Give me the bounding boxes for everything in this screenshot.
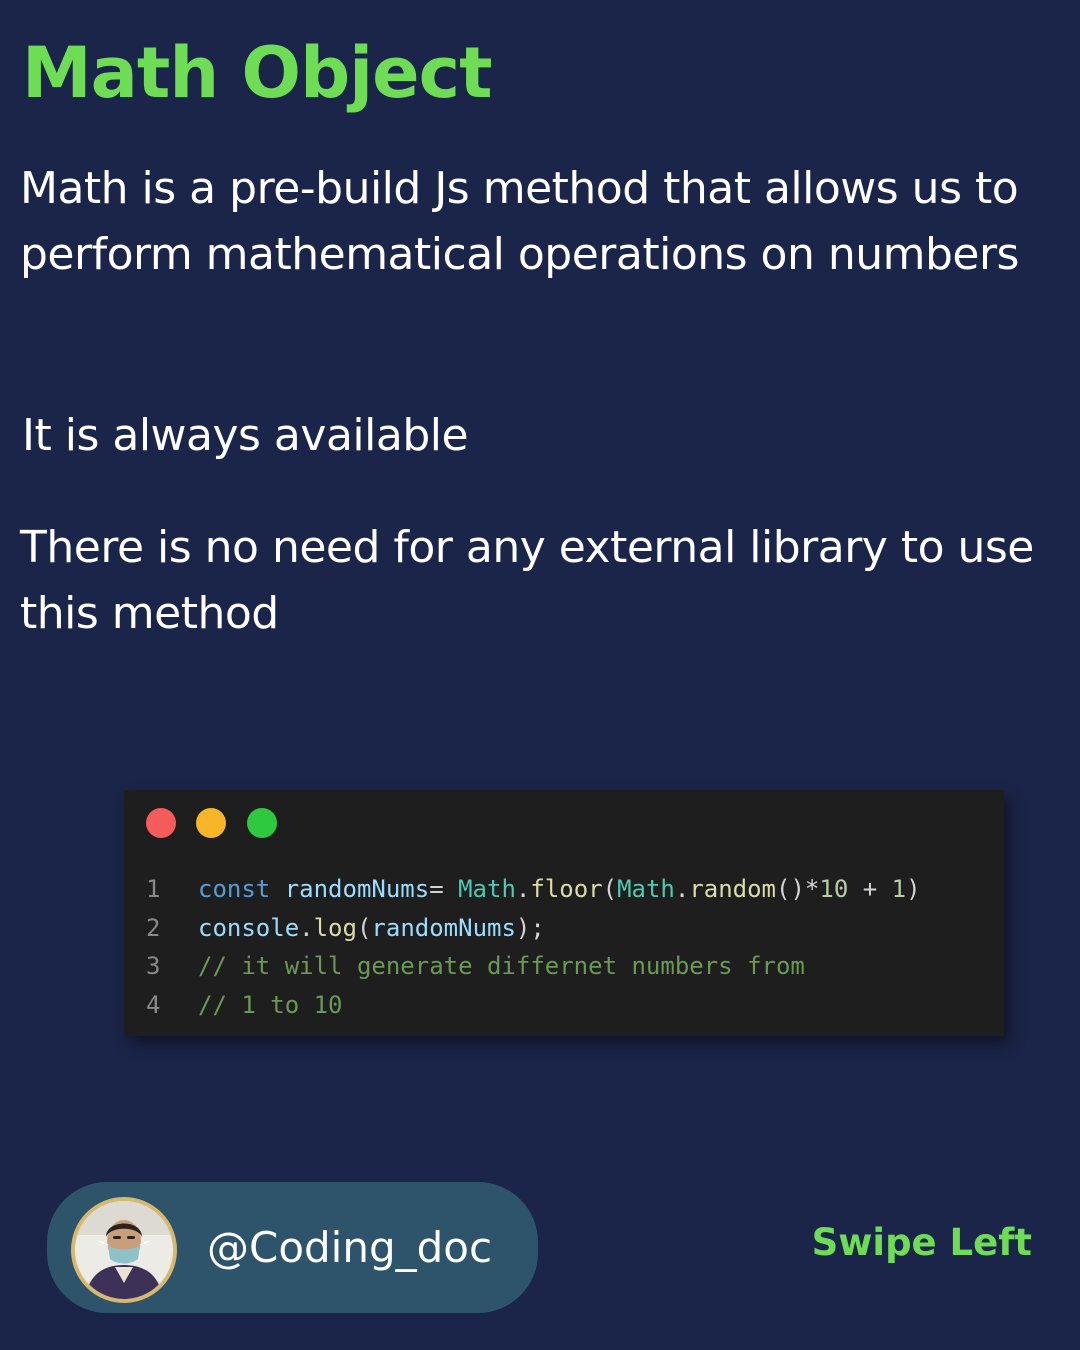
swipe-left-hint: Swipe Left (811, 1221, 1032, 1264)
page-title: Math Object (22, 32, 493, 114)
maximize-dot-icon (247, 808, 277, 838)
line-number: 4 (146, 991, 161, 1020)
line-number: 1 (146, 875, 161, 903)
code-operator: + (848, 875, 892, 903)
line-number: 2 (146, 913, 161, 942)
profile-badge[interactable]: @Coding_doc (47, 1182, 538, 1313)
code-number: 10 (819, 875, 849, 903)
code-function: log (313, 913, 357, 942)
code-function: floor (530, 875, 603, 903)
code-window: 1 const randomNums = Math. floor(Math. rando… (124, 790, 1004, 1036)
code-keyword: const (198, 875, 271, 903)
code-punctuation: ( (602, 875, 618, 903)
code-punctuation: ); (515, 913, 545, 942)
code-comment: // it will generate differnet numbers fr… (198, 952, 805, 981)
code-punctuation: . (299, 913, 314, 942)
profile-handle[interactable]: @Coding_doc (207, 1218, 492, 1278)
code-object: console (198, 913, 300, 942)
code-comment: // 1 to 10 (198, 991, 343, 1020)
code-line-1: 1 const randomNums = Math. floor(Math. rando… (124, 870, 1004, 909)
code-block: 1 const randomNums = Math. floor(Math. rando… (124, 870, 1004, 1025)
code-operator: = (429, 875, 459, 903)
availability-paragraph: It is always available (22, 410, 469, 461)
code-class: Math (617, 875, 675, 903)
intro-paragraph: Math is a pre-build Js method that allow… (20, 163, 1019, 280)
code-punctuation: ) (906, 875, 921, 903)
close-dot-icon (146, 808, 176, 838)
no-library-paragraph: There is no need for any external librar… (20, 522, 1034, 639)
line-number: 3 (146, 952, 161, 981)
code-function: random (689, 875, 777, 903)
code-line-3: 3 // it will generate differnet numbers f… (124, 947, 1004, 986)
avatar (71, 1197, 177, 1303)
code-class: Math (458, 875, 516, 903)
code-line-4: 4 // 1 to 10 (124, 986, 1004, 1025)
code-line-2: 2 console. log(randomNums); (124, 909, 1004, 948)
minimize-dot-icon (196, 808, 226, 838)
code-variable: randomNums (284, 875, 430, 903)
code-variable: randomNums (371, 913, 516, 942)
code-punctuation: . (515, 875, 531, 903)
code-punctuation: . (674, 875, 690, 903)
code-punctuation: ()* (776, 875, 820, 903)
code-number: 1 (891, 875, 907, 903)
avatar-person-icon (75, 1201, 173, 1299)
code-punctuation: ( (356, 913, 372, 942)
